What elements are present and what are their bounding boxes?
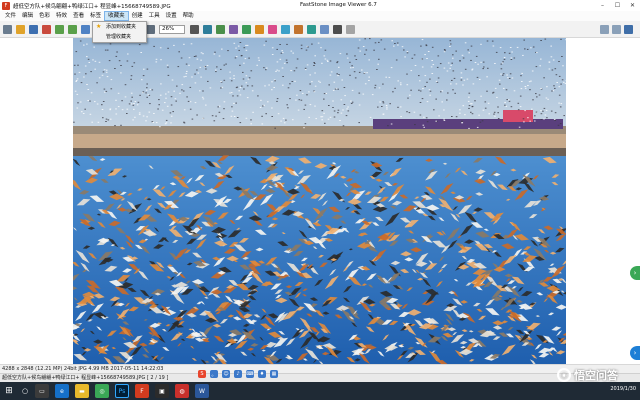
wukong-watermark: ◉ 悟空问答 <box>557 367 618 383</box>
ie-browser-icon[interactable]: e <box>55 384 69 398</box>
prev-image-icon[interactable] <box>55 24 64 34</box>
windows-taskbar: ⊞ ○ ▭ e ▬ ◎ Ps F ▣ ◍ W 2019/1/30 <box>0 382 640 400</box>
add-to-favorites-item[interactable]: ★ 添加到收藏夹 <box>93 22 146 32</box>
window-title: 超低空方队+候鸟翩翩+鸭绿江口+ 程显峰+15668749589.JPG <box>13 3 171 10</box>
menu-settings[interactable]: 设置 <box>163 11 180 21</box>
app-title: FastStone Image Viewer 6.7 <box>300 2 377 8</box>
save-icon[interactable] <box>29 24 38 34</box>
menu-tags[interactable]: 标签 <box>87 11 104 21</box>
menu-favorites[interactable]: 收藏夹 <box>104 11 129 21</box>
sogou-ime-icon[interactable]: S <box>198 370 206 378</box>
taskbar-clock[interactable]: 2019/1/30 <box>610 386 636 392</box>
emoji-icon[interactable]: ☺ <box>222 370 230 378</box>
manage-favorites-label: 管理收藏夹 <box>106 34 132 40</box>
status-bar-file: 超低空方队+候鸟翩翩+鸭绿江口+ 程显峰+15668749589.JPG [ 2… <box>0 373 640 382</box>
effects-icon[interactable] <box>255 24 264 34</box>
screen-capture-icon[interactable] <box>346 24 355 34</box>
delete-icon[interactable] <box>42 24 51 34</box>
word-icon[interactable]: W <box>195 384 209 398</box>
manage-favorites-item[interactable]: 管理收藏夹 <box>93 32 146 42</box>
crop-icon[interactable] <box>216 24 225 34</box>
rotate-icon[interactable] <box>190 24 199 34</box>
single-view-icon[interactable] <box>624 25 633 34</box>
color-adjust-icon[interactable] <box>242 24 251 34</box>
side-tool-green-icon[interactable]: › <box>630 266 640 280</box>
zoom-input[interactable]: 26% <box>159 24 185 34</box>
image-viewer-area: › › <box>0 38 640 364</box>
email-icon[interactable] <box>307 24 316 34</box>
compare-icon[interactable] <box>294 24 303 34</box>
minimize-icon[interactable]: – <box>595 0 610 11</box>
file-explorer-icon[interactable]: ▬ <box>75 384 89 398</box>
menu-help[interactable]: 帮助 <box>180 11 197 21</box>
thumbnail-view-icon[interactable] <box>600 25 609 34</box>
menu-create[interactable]: 创建 <box>129 11 146 21</box>
print-icon[interactable] <box>320 24 329 34</box>
windows-start-icon[interactable]: ⊞ <box>0 382 18 400</box>
view-mode-group <box>600 25 636 34</box>
faststone-task-icon[interactable]: F <box>135 384 149 398</box>
close-icon[interactable]: ✕ <box>625 0 640 11</box>
menu-edit[interactable]: 编辑 <box>19 11 36 21</box>
chrome-icon[interactable]: ◍ <box>175 384 189 398</box>
photoshop-icon[interactable]: Ps <box>115 384 129 398</box>
window-controls: – ☐ ✕ <box>595 0 640 11</box>
open-folder-icon[interactable] <box>16 24 25 34</box>
menu-file[interactable]: 文件 <box>2 11 19 21</box>
faststone-window: F 超低空方队+候鸟翩翩+鸭绿江口+ 程显峰+15668749589.JPG F… <box>0 0 640 400</box>
title-bar: F 超低空方队+候鸟翩翩+鸭绿江口+ 程显峰+15668749589.JPG F… <box>0 0 640 11</box>
watermark-text: 悟空问答 <box>574 369 618 382</box>
wukong-logo-icon: ◉ <box>557 368 571 382</box>
task-view-icon[interactable]: ▭ <box>35 384 49 398</box>
menu-bar: 文件 编辑 色彩 特效 查看 标签 收藏夹 创建 工具 设置 帮助 <box>0 11 640 21</box>
photo-canvas <box>73 38 566 364</box>
browser-icon[interactable] <box>3 24 12 34</box>
keyboard-icon[interactable]: ⌨ <box>246 370 254 378</box>
draw-icon[interactable] <box>268 24 277 34</box>
toolbox-icon[interactable]: ▦ <box>270 370 278 378</box>
status-bar-info: 4288 x 2848 (12.21 MP) 24bit JPG 4.99 MB… <box>0 364 640 373</box>
punctuation-icon[interactable]: 。 <box>210 370 218 378</box>
zoom-in-icon[interactable] <box>146 24 155 34</box>
photo-birds[interactable] <box>73 38 566 364</box>
slideshow-icon[interactable] <box>81 24 90 34</box>
next-image-icon[interactable] <box>68 24 77 34</box>
clone-icon[interactable] <box>281 24 290 34</box>
fullscreen-icon[interactable] <box>612 25 621 34</box>
faststone-app-icon: F <box>2 1 10 10</box>
clock-date: 2019/1/30 <box>610 386 636 392</box>
menu-tools[interactable]: 工具 <box>146 11 163 21</box>
side-tool-blue-icon[interactable]: › <box>630 346 640 360</box>
wallpaper-icon[interactable] <box>333 24 342 34</box>
mic-icon[interactable]: ♪ <box>234 370 242 378</box>
flip-icon[interactable] <box>203 24 212 34</box>
menu-view[interactable]: 查看 <box>70 11 87 21</box>
add-to-favorites-label: 添加到收藏夹 <box>106 24 137 30</box>
search-icon[interactable]: ○ <box>18 382 32 400</box>
browser-360-icon[interactable]: ◎ <box>95 384 109 398</box>
menu-effects[interactable]: 特效 <box>53 11 70 21</box>
app-task-icon[interactable]: ▣ <box>155 384 169 398</box>
menu-color[interactable]: 色彩 <box>36 11 53 21</box>
resize-icon[interactable] <box>229 24 238 34</box>
favorites-dropdown: ★ 添加到收藏夹 管理收藏夹 <box>92 21 147 43</box>
star-icon: ★ <box>96 23 102 30</box>
floating-tray: S 。 ☺ ♪ ⌨ ♦ ▦ <box>198 370 278 378</box>
maximize-icon[interactable]: ☐ <box>610 0 625 11</box>
skin-icon[interactable]: ♦ <box>258 370 266 378</box>
